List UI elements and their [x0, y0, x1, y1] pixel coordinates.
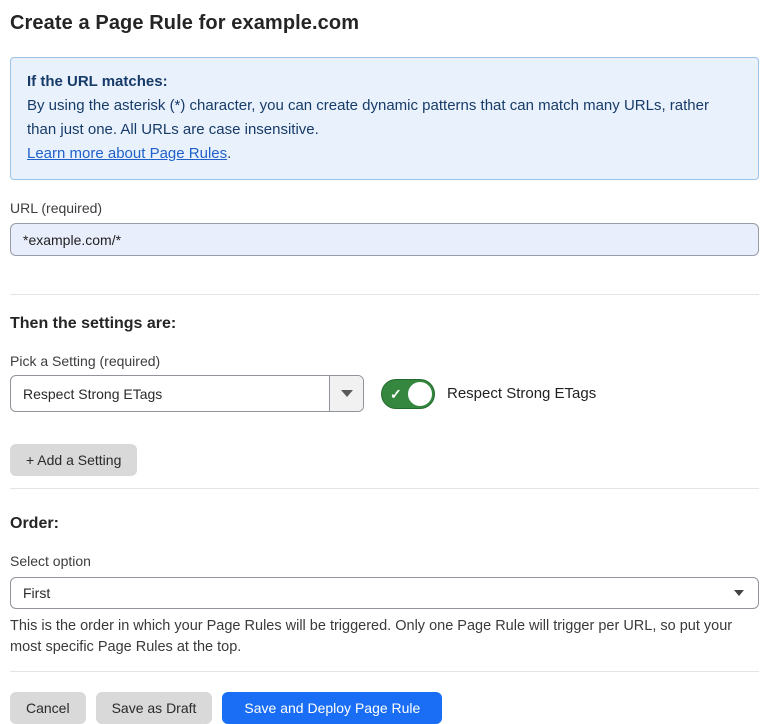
order-select[interactable]: First [10, 577, 759, 609]
setting-toggle-label: Respect Strong ETags [447, 385, 596, 402]
learn-more-link[interactable]: Learn more about Page Rules [27, 145, 227, 162]
info-box-heading: If the URL matches: [27, 70, 742, 94]
url-match-info-box: If the URL matches: By using the asteris… [10, 57, 759, 180]
save-as-draft-button[interactable]: Save as Draft [96, 692, 213, 724]
save-and-deploy-button[interactable]: Save and Deploy Page Rule [222, 692, 442, 724]
order-section-heading: Order: [10, 515, 759, 533]
order-help-text: This is the order in which your Page Rul… [10, 616, 750, 658]
url-field-label: URL (required) [10, 200, 759, 216]
cancel-button[interactable]: Cancel [10, 692, 86, 724]
setting-toggle-group: ✓ Respect Strong ETags [381, 379, 596, 409]
footer-actions: Cancel Save as Draft Save and Deploy Pag… [10, 692, 759, 724]
order-select-value: First [23, 585, 50, 601]
add-setting-button[interactable]: + Add a Setting [10, 444, 137, 476]
link-suffix: . [227, 145, 231, 162]
setting-select[interactable]: Respect Strong ETags [10, 375, 364, 412]
check-icon: ✓ [390, 387, 402, 401]
setting-select-value: Respect Strong ETags [11, 376, 329, 411]
info-box-body: By using the asterisk (*) character, you… [27, 94, 742, 142]
page-title: Create a Page Rule for example.com [10, 12, 759, 35]
url-input[interactable] [10, 223, 759, 256]
chevron-down-icon [341, 390, 353, 397]
toggle-knob [408, 382, 432, 406]
setting-row: Respect Strong ETags ✓ Respect Strong ET… [10, 375, 759, 412]
chevron-down-icon [734, 590, 744, 596]
pick-setting-label: Pick a Setting (required) [10, 353, 759, 369]
section-divider-2 [10, 488, 759, 489]
settings-section-heading: Then the settings are: [10, 315, 759, 333]
setting-select-arrow-button[interactable] [329, 376, 363, 411]
setting-toggle[interactable]: ✓ [381, 379, 435, 409]
info-box-link-line: Learn more about Page Rules. [27, 142, 742, 166]
order-select-label: Select option [10, 553, 759, 569]
section-divider-1 [10, 294, 759, 295]
section-divider-3 [10, 671, 759, 672]
